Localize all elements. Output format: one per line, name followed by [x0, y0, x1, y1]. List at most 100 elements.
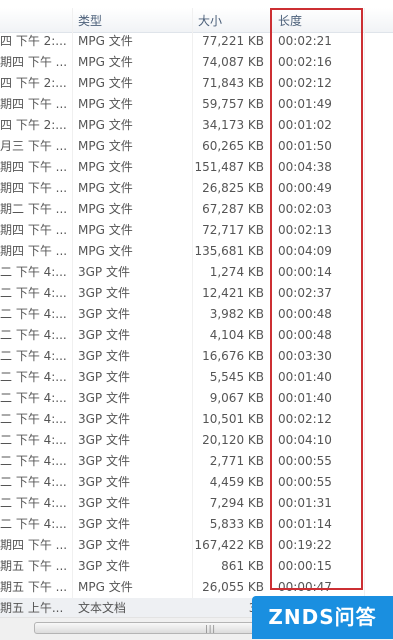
cell-type: 3GP 文件: [78, 349, 130, 363]
table-row[interactable]: 二 下午 4:... 3GP 文件 9,067 KB 00:01:40: [0, 388, 393, 409]
cell-date: 四 下午 2:...: [0, 34, 67, 48]
cell-size: 20,120 KB: [202, 433, 264, 447]
cell-size: 167,422 KB: [194, 538, 264, 552]
cell-size: 9,067 KB: [209, 391, 264, 405]
cell-size: 71,843 KB: [202, 76, 264, 90]
cell-date: 期四 下午 ...: [0, 97, 68, 111]
cell-date: 期二 下午 ...: [0, 202, 68, 216]
table-row[interactable]: 期四 下午 ... MPG 文件 135,681 KB 00:04:09: [0, 241, 393, 262]
cell-size: 72,717 KB: [202, 223, 264, 237]
cell-duration: 00:02:21: [278, 34, 332, 48]
table-row[interactable]: 月三 下午 ... MPG 文件 60,265 KB 00:01:50: [0, 136, 393, 157]
cell-duration: 00:01:49: [278, 97, 332, 111]
cell-date: 四 下午 2:...: [0, 76, 67, 90]
cell-date: 期四 下午 ...: [0, 55, 68, 69]
cell-type: 3GP 文件: [78, 370, 130, 384]
cell-size: 151,487 KB: [194, 160, 264, 174]
cell-type: 3GP 文件: [78, 412, 130, 426]
cell-type: MPG 文件: [78, 55, 133, 69]
cell-date: 二 下午 4:...: [0, 391, 67, 405]
cell-size: 12,421 KB: [202, 286, 264, 300]
column-divider[interactable]: [270, 10, 271, 30]
cell-type: 文本文档: [78, 601, 127, 615]
table-row[interactable]: 期五 下午 ... 3GP 文件 861 KB 00:00:15: [0, 556, 393, 577]
table-row[interactable]: 四 下午 2:... MPG 文件 71,843 KB 00:02:12: [0, 73, 393, 94]
cell-date: 二 下午 4:...: [0, 412, 67, 426]
table-row[interactable]: 期四 下午 ... MPG 文件 26,825 KB 00:00:49: [0, 178, 393, 199]
cell-size: 2,771 KB: [209, 454, 264, 468]
table-row[interactable]: 二 下午 4:... 3GP 文件 20,120 KB 00:04:10: [0, 430, 393, 451]
cell-duration: 00:00:49: [278, 181, 332, 195]
cell-size: 4,459 KB: [209, 475, 264, 489]
cell-type: MPG 文件: [78, 118, 133, 132]
table-row[interactable]: 期四 下午 ... MPG 文件 74,087 KB 00:02:16: [0, 52, 393, 73]
column-header-date[interactable]: [0, 8, 72, 32]
cell-duration: 00:01:02: [278, 118, 332, 132]
table-row[interactable]: 期二 下午 ... MPG 文件 67,287 KB 00:02:03: [0, 199, 393, 220]
table-row[interactable]: 期五 下午 ... MPG 文件 26,055 KB 00:00:47: [0, 577, 393, 598]
cell-type: MPG 文件: [78, 76, 133, 90]
cell-date: 二 下午 4:...: [0, 286, 67, 300]
table-row[interactable]: 二 下午 4:... 3GP 文件 2,771 KB 00:00:55: [0, 451, 393, 472]
table-row[interactable]: 四 下午 2:... MPG 文件 77,221 KB 00:02:21: [0, 31, 393, 52]
cell-type: MPG 文件: [78, 580, 133, 594]
cell-duration: 00:19:22: [278, 538, 332, 552]
cell-duration: 00:00:47: [278, 580, 332, 594]
cell-type: MPG 文件: [78, 160, 133, 174]
cell-date: 二 下午 4:...: [0, 475, 67, 489]
cell-duration: 00:00:55: [278, 454, 332, 468]
table-row[interactable]: 期四 下午 ... MPG 文件 151,487 KB 00:04:38: [0, 157, 393, 178]
cell-size: 5,545 KB: [209, 370, 264, 384]
cell-type: MPG 文件: [78, 97, 133, 111]
table-row[interactable]: 二 下午 4:... 3GP 文件 5,833 KB 00:01:14: [0, 514, 393, 535]
cell-date: 二 下午 4:...: [0, 496, 67, 510]
table-row[interactable]: 二 下午 4:... 3GP 文件 5,545 KB 00:01:40: [0, 367, 393, 388]
cell-type: 3GP 文件: [78, 265, 130, 279]
cell-type: 3GP 文件: [78, 496, 130, 510]
cell-date: 二 下午 4:...: [0, 328, 67, 342]
cell-duration: 00:01:50: [278, 139, 332, 153]
table-row[interactable]: 四 下午 2:... MPG 文件 34,173 KB 00:01:02: [0, 115, 393, 136]
table-row[interactable]: 二 下午 4:... 3GP 文件 16,676 KB 00:03:30: [0, 346, 393, 367]
table-row[interactable]: 二 下午 4:... 3GP 文件 10,501 KB 00:02:12: [0, 409, 393, 430]
table-row[interactable]: 期四 下午 ... MPG 文件 72,717 KB 00:02:13: [0, 220, 393, 241]
table-row[interactable]: 二 下午 4:... 3GP 文件 4,459 KB 00:00:55: [0, 472, 393, 493]
cell-date: 期四 下午 ...: [0, 160, 68, 174]
table-row[interactable]: 二 下午 4:... 3GP 文件 1,274 KB 00:00:14: [0, 262, 393, 283]
cell-size: 59,757 KB: [202, 97, 264, 111]
cell-date: 期四 下午 ...: [0, 181, 68, 195]
cell-duration: 00:02:12: [278, 76, 332, 90]
cell-type: 3GP 文件: [78, 475, 130, 489]
table-row[interactable]: 期四 下午 ... 3GP 文件 167,422 KB 00:19:22: [0, 535, 393, 556]
cell-size: 67,287 KB: [202, 202, 264, 216]
table-row[interactable]: 期四 下午 ... MPG 文件 59,757 KB 00:01:49: [0, 94, 393, 115]
cell-date: 期四 下午 ...: [0, 223, 68, 237]
cell-date: 期五 上午...: [0, 601, 64, 615]
cell-size: 77,221 KB: [202, 34, 264, 48]
cell-type: 3GP 文件: [78, 538, 130, 552]
cell-size: 861 KB: [221, 559, 264, 573]
watermark-logo: ZNDS问答: [252, 596, 393, 639]
cell-size: 26,825 KB: [202, 181, 264, 195]
cell-date: 二 下午 4:...: [0, 517, 67, 531]
cell-size: 60,265 KB: [202, 139, 264, 153]
cell-duration: 00:02:37: [278, 286, 332, 300]
scrollbar-grip-icon: |||: [205, 624, 217, 633]
table-row[interactable]: 二 下午 4:... 3GP 文件 12,421 KB 00:02:37: [0, 283, 393, 304]
cell-duration: 00:02:13: [278, 223, 332, 237]
table-row[interactable]: 二 下午 4:... 3GP 文件 4,104 KB 00:00:48: [0, 325, 393, 346]
cell-type: 3GP 文件: [78, 328, 130, 342]
cell-size: 16,676 KB: [202, 349, 264, 363]
column-header-type[interactable]: 类型: [74, 8, 192, 32]
cell-date: 四 下午 2:...: [0, 118, 67, 132]
cell-size: 26,055 KB: [202, 580, 264, 594]
cell-size: 1,274 KB: [209, 265, 264, 279]
table-row[interactable]: 二 下午 4:... 3GP 文件 3,982 KB 00:00:48: [0, 304, 393, 325]
cell-duration: 00:00:48: [278, 328, 332, 342]
cell-date: 二 下午 4:...: [0, 433, 67, 447]
column-header-duration[interactable]: 长度: [274, 8, 364, 32]
table-row[interactable]: 二 下午 4:... 3GP 文件 7,294 KB 00:01:31: [0, 493, 393, 514]
column-header-size[interactable]: 大小: [194, 8, 270, 32]
cell-duration: 00:04:38: [278, 160, 332, 174]
cell-type: MPG 文件: [78, 181, 133, 195]
